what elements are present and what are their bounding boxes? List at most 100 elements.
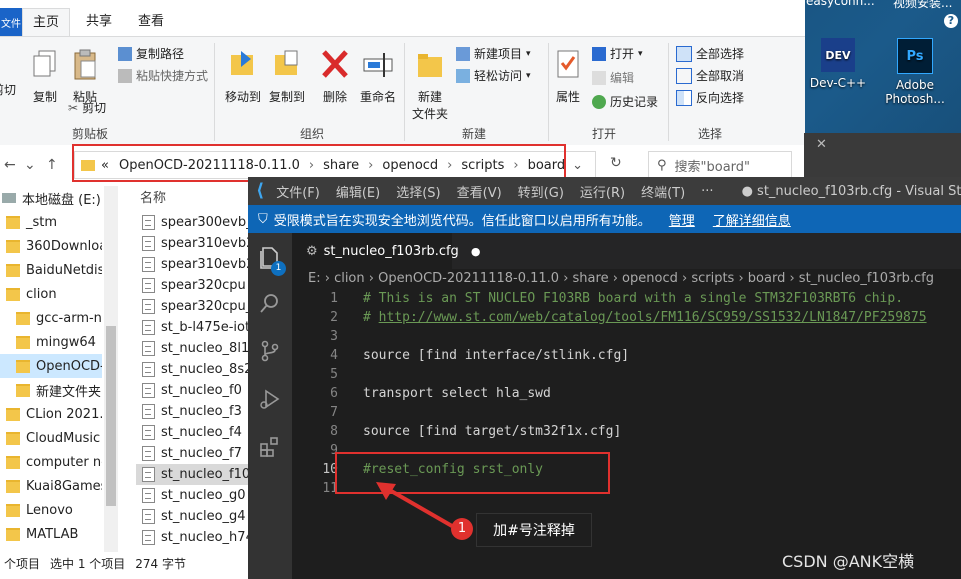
unsaved-dot-icon[interactable]: ● <box>471 245 481 258</box>
file-list-item[interactable]: spear320cpu <box>136 275 248 296</box>
invert-selection-button[interactable]: 反向选择 <box>676 89 744 106</box>
editor-tab[interactable]: ⚙ st_nucleo_f103rb.cfg ● <box>292 233 480 269</box>
up-arrow-icon[interactable]: ↑ <box>46 157 58 173</box>
editor-breadcrumb-segment[interactable]: board <box>748 271 786 286</box>
manage-link[interactable]: 管理 <box>669 210 695 229</box>
tab-view[interactable]: 查看 <box>128 8 174 36</box>
menu-selection[interactable]: 选择(S) <box>396 182 440 201</box>
tree-item[interactable]: OpenOCD-2 <box>0 354 102 378</box>
line-number: 4 <box>330 348 338 363</box>
refresh-icon[interactable]: ↻ <box>610 155 622 171</box>
history-button[interactable]: 历史记录 <box>592 93 658 110</box>
file-list-item[interactable]: st_nucleo_h743 <box>136 527 248 548</box>
edit-button[interactable]: 编辑 <box>592 69 634 86</box>
file-list-item[interactable]: spear310evb20 <box>136 254 248 275</box>
menu-edit[interactable]: 编辑(E) <box>336 182 380 201</box>
tree-item[interactable]: CLion 2021.3 <box>0 402 102 426</box>
tree-item[interactable]: gcc-arm-no <box>0 306 102 330</box>
tree-item[interactable]: MATLAB <box>0 522 102 546</box>
file-list-item[interactable]: st_nucleo_f103r <box>136 464 248 485</box>
tree-item[interactable]: 新建文件夹 <box>0 378 102 402</box>
scrollbar[interactable] <box>104 186 118 552</box>
file-list-item[interactable]: st_b-l475e-iot0 <box>136 317 248 338</box>
file-list-item[interactable]: st_nucleo_f7 <box>136 443 248 464</box>
copy-label: 复制 <box>32 90 57 104</box>
easy-access-button[interactable]: 轻松访问 ▾ <box>456 67 531 84</box>
ribbon-file-tab[interactable]: 文件 <box>0 8 22 36</box>
menu-more[interactable]: ··· <box>701 184 713 199</box>
file-list-item[interactable]: spear300evb_m <box>136 212 248 233</box>
tree-item[interactable]: computer net <box>0 450 102 474</box>
extensions-icon[interactable] <box>258 435 282 459</box>
menu-run[interactable]: 运行(R) <box>580 182 625 201</box>
editor-breadcrumb-segment[interactable]: scripts <box>691 271 734 286</box>
editor-breadcrumb-segment[interactable]: OpenOCD-20211118-0.11.0 <box>378 271 559 286</box>
chevron-down-icon[interactable]: ⌄ <box>572 158 583 173</box>
file-list-item[interactable]: st_nucleo_f3 <box>136 401 248 422</box>
cfg-file-icon <box>142 299 155 314</box>
menu-terminal[interactable]: 终端(T) <box>641 182 685 201</box>
tree-item[interactable]: BaiduNetdisk <box>0 258 102 282</box>
editor-breadcrumb-segment[interactable]: openocd <box>622 271 678 286</box>
cut-button[interactable]: ✂ 剪切 <box>68 99 106 116</box>
file-list-item[interactable]: st_nucleo_8s208 <box>136 359 248 380</box>
tree-item[interactable]: Kuai8Games <box>0 474 102 498</box>
tree-item[interactable]: mingw64 <box>0 330 102 354</box>
select-all-button[interactable]: 全部选择 <box>676 45 744 62</box>
copy-path-button[interactable]: 复制路径 <box>118 45 184 62</box>
tree-item[interactable]: 360Download <box>0 234 102 258</box>
code-link[interactable]: http://www.st.com/web/catalog/tools/FM11… <box>379 310 927 325</box>
paste-button[interactable]: 粘贴 <box>68 47 102 105</box>
delete-button[interactable]: 删除 <box>318 47 352 105</box>
code-editor[interactable]: 1 # This is an ST NUCLEO F103RB board wit… <box>292 289 961 579</box>
desktop-icon-devcpp[interactable]: DEV Dev-C++ <box>803 38 873 90</box>
tree-item[interactable]: clion <box>0 282 102 306</box>
file-list-item[interactable]: spear320cpu_m <box>136 296 248 317</box>
editor-breadcrumb-segment[interactable]: clion <box>334 271 365 286</box>
select-none-button[interactable]: 全部取消 <box>676 67 744 84</box>
close-icon[interactable]: ✕ <box>816 137 827 152</box>
properties-button[interactable]: 属性 <box>552 47 584 105</box>
file-list-item[interactable]: st_nucleo_8l152 <box>136 338 248 359</box>
file-list-item[interactable]: st_nucleo_f4 <box>136 422 248 443</box>
chevron-down-icon[interactable]: ⌄ <box>24 157 36 173</box>
cut-clip-button[interactable]: 剪切 <box>0 47 22 98</box>
menu-file[interactable]: 文件(F) <box>276 182 320 201</box>
tab-home[interactable]: 主页 <box>22 8 71 37</box>
help-icon[interactable]: ? <box>944 14 958 28</box>
paste-shortcut-button[interactable]: 粘贴快捷方式 <box>118 67 208 84</box>
learn-more-link[interactable]: 了解详细信息 <box>713 210 791 229</box>
tree-item-label: MATLAB <box>26 526 79 542</box>
search-input[interactable]: ⚲ 搜索"board" <box>648 151 792 179</box>
tree-item[interactable]: CloudMusic <box>0 426 102 450</box>
file-list-item[interactable]: st_nucleo_f0 <box>136 380 248 401</box>
source-control-icon[interactable] <box>258 339 282 363</box>
editor-breadcrumb-segment[interactable]: st_nucleo_f103rb.cfg <box>799 271 934 286</box>
file-list-item[interactable]: st_nucleo_g0 <box>136 485 248 506</box>
new-folder-button[interactable]: 新建 文件夹 <box>410 47 450 122</box>
copy-button[interactable]: 复制 <box>28 47 62 105</box>
editor-breadcrumb-segment[interactable]: share <box>573 271 609 286</box>
file-list-item[interactable]: st_nucleo_g4 <box>136 506 248 527</box>
move-to-button[interactable]: 移动到 <box>222 47 264 105</box>
tab-share[interactable]: 共享 <box>76 8 122 36</box>
tree-item[interactable]: 本地磁盘 (E:) <box>0 186 102 210</box>
new-folder-label-2: 文件夹 <box>411 107 448 121</box>
desktop-icon-photoshop[interactable]: Ps Adobe Photosh... <box>880 38 950 106</box>
column-header-name[interactable]: 名称 <box>136 186 248 212</box>
search-icon[interactable] <box>258 291 282 315</box>
rename-button[interactable]: 重命名 <box>358 47 398 105</box>
run-debug-icon[interactable] <box>258 387 282 411</box>
tree-item[interactable]: Lenovo <box>0 498 102 522</box>
new-item-button[interactable]: 新建项目 ▾ <box>456 45 531 62</box>
menu-view[interactable]: 查看(V) <box>457 182 502 201</box>
file-list-item[interactable]: spear310evb20 <box>136 233 248 254</box>
menu-go[interactable]: 转到(G) <box>518 182 564 201</box>
scrollbar-thumb[interactable] <box>106 326 116 506</box>
folder-icon <box>16 311 30 325</box>
forward-arrow-icon[interactable]: ← <box>4 157 16 173</box>
tree-item[interactable]: _stm <box>0 210 102 234</box>
editor-breadcrumb-segment[interactable]: E: <box>308 271 321 286</box>
copy-to-button[interactable]: 复制到 <box>266 47 308 105</box>
open-button[interactable]: 打开 ▾ <box>592 45 643 62</box>
